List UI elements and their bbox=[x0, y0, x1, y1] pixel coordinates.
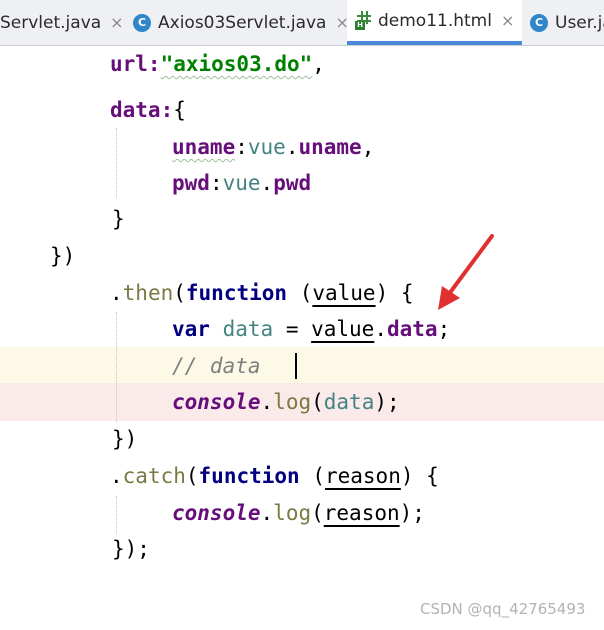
code-line-close-catch: }); bbox=[112, 537, 150, 561]
html-file-icon: H bbox=[355, 11, 371, 30]
tab-demo11-html[interactable]: H demo11.html × bbox=[347, 0, 523, 45]
code-line-var-data: var data = value.data; bbox=[172, 317, 451, 341]
code-line-url: url:"axios03.do", bbox=[110, 52, 325, 76]
tab-label: User.ja bbox=[555, 12, 604, 33]
code-line-then: .then(function (value) { bbox=[110, 281, 414, 305]
code-line-comment: // data bbox=[172, 354, 274, 378]
class-c-icon: C bbox=[530, 13, 548, 32]
tab-servlet-java[interactable]: Servlet.java × bbox=[0, 0, 124, 45]
code-line-close-then: }) bbox=[112, 427, 138, 451]
code-line-pwd: pwd:vue.pwd bbox=[172, 171, 312, 195]
class-c-icon: C bbox=[133, 13, 151, 32]
indent-guide bbox=[116, 128, 117, 198]
annotation-arrow-icon bbox=[438, 234, 494, 310]
code-line-uname: uname:vue.uname, bbox=[172, 135, 375, 159]
code-line-close-paren: }) bbox=[50, 244, 76, 268]
editor-tab-bar: Servlet.java × C Axios03Servlet.java × H… bbox=[0, 0, 604, 46]
code-line-catch: .catch(function (reason) { bbox=[110, 464, 439, 488]
code-line-console-log-data: console.log(data); bbox=[172, 390, 400, 414]
close-icon[interactable]: × bbox=[501, 11, 514, 30]
tab-label: Servlet.java bbox=[0, 12, 102, 33]
code-line-close-brace: } bbox=[112, 207, 125, 231]
code-line-data: data:{ bbox=[110, 98, 186, 122]
tab-label: Axios03Servlet.java bbox=[158, 12, 327, 33]
indent-guide bbox=[116, 496, 117, 534]
watermark: CSDN @qq_42765493 bbox=[420, 600, 586, 618]
code-line-console-log-reason: console.log(reason); bbox=[172, 501, 425, 525]
close-icon[interactable]: × bbox=[110, 13, 123, 32]
code-editor[interactable]: url:"axios03.do", data:{ uname:vue.uname… bbox=[0, 46, 604, 630]
tab-axios03servlet-java[interactable]: C Axios03Servlet.java × bbox=[133, 0, 349, 45]
tab-label: demo11.html bbox=[378, 10, 492, 31]
tab-user-java[interactable]: C User.ja bbox=[530, 0, 604, 45]
indent-guide bbox=[116, 312, 117, 422]
text-caret bbox=[295, 353, 297, 379]
current-line-highlight bbox=[0, 347, 604, 383]
